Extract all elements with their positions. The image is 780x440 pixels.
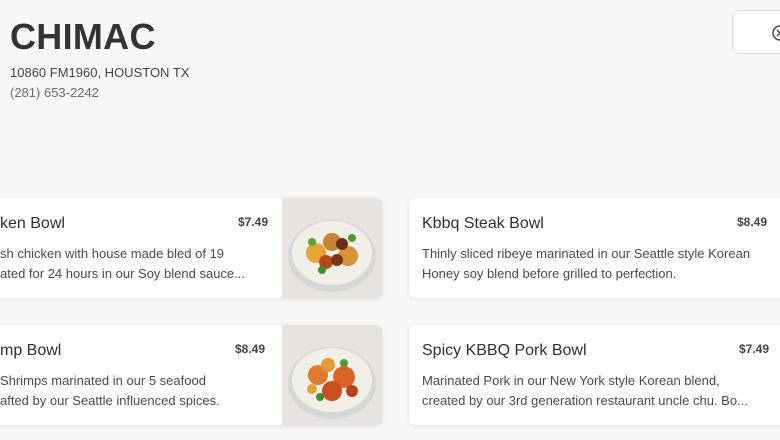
menu-item-card[interactable]: Kbbq Steak Bowl $8.49 Thinly sliced ribe… [409, 198, 780, 298]
menu-item-card[interactable]: Spicy KBBQ Pork Bowl $7.49 Marinated Por… [409, 325, 780, 425]
menu-item-card[interactable]: mp Bowl $8.49 Shrimps marinated in our 5… [0, 325, 382, 425]
menu-item-title: ken Bowl [0, 215, 65, 232]
menu-item-price: $7.49 [238, 215, 269, 229]
menu-item-price: $8.49 [737, 215, 768, 229]
menu-item-description: Marinated Pork in our New York style Kor… [422, 373, 748, 408]
menu-item-description: sh chicken with house made bled of 19 at… [0, 246, 245, 281]
menu-item-card[interactable]: ken Bowl $7.49 sh chicken with house mad… [0, 198, 382, 298]
close-icon[interactable] [771, 24, 780, 42]
menu-item-description: Shrimps marinated in our 5 seafood afted… [0, 373, 220, 408]
food-bowl-image [282, 325, 382, 425]
menu-item-title: Kbbq Steak Bowl [422, 215, 544, 232]
menu-item-title: Spicy KBBQ Pork Bowl [422, 342, 587, 359]
menu-item-description: Thinly sliced ribeye marinated in our Se… [422, 246, 751, 281]
menu-item-price: $8.49 [235, 342, 266, 356]
top-right-button[interactable] [732, 10, 780, 54]
restaurant-phone[interactable]: (281) 653-2242 [10, 85, 99, 100]
restaurant-name: CHIMAC [10, 16, 156, 57]
menu-item-title: mp Bowl [0, 342, 62, 359]
food-bowl-image [282, 198, 382, 298]
restaurant-address: 10860 FM1960, HOUSTON TX [10, 65, 190, 80]
menu-item-price: $7.49 [739, 342, 770, 356]
